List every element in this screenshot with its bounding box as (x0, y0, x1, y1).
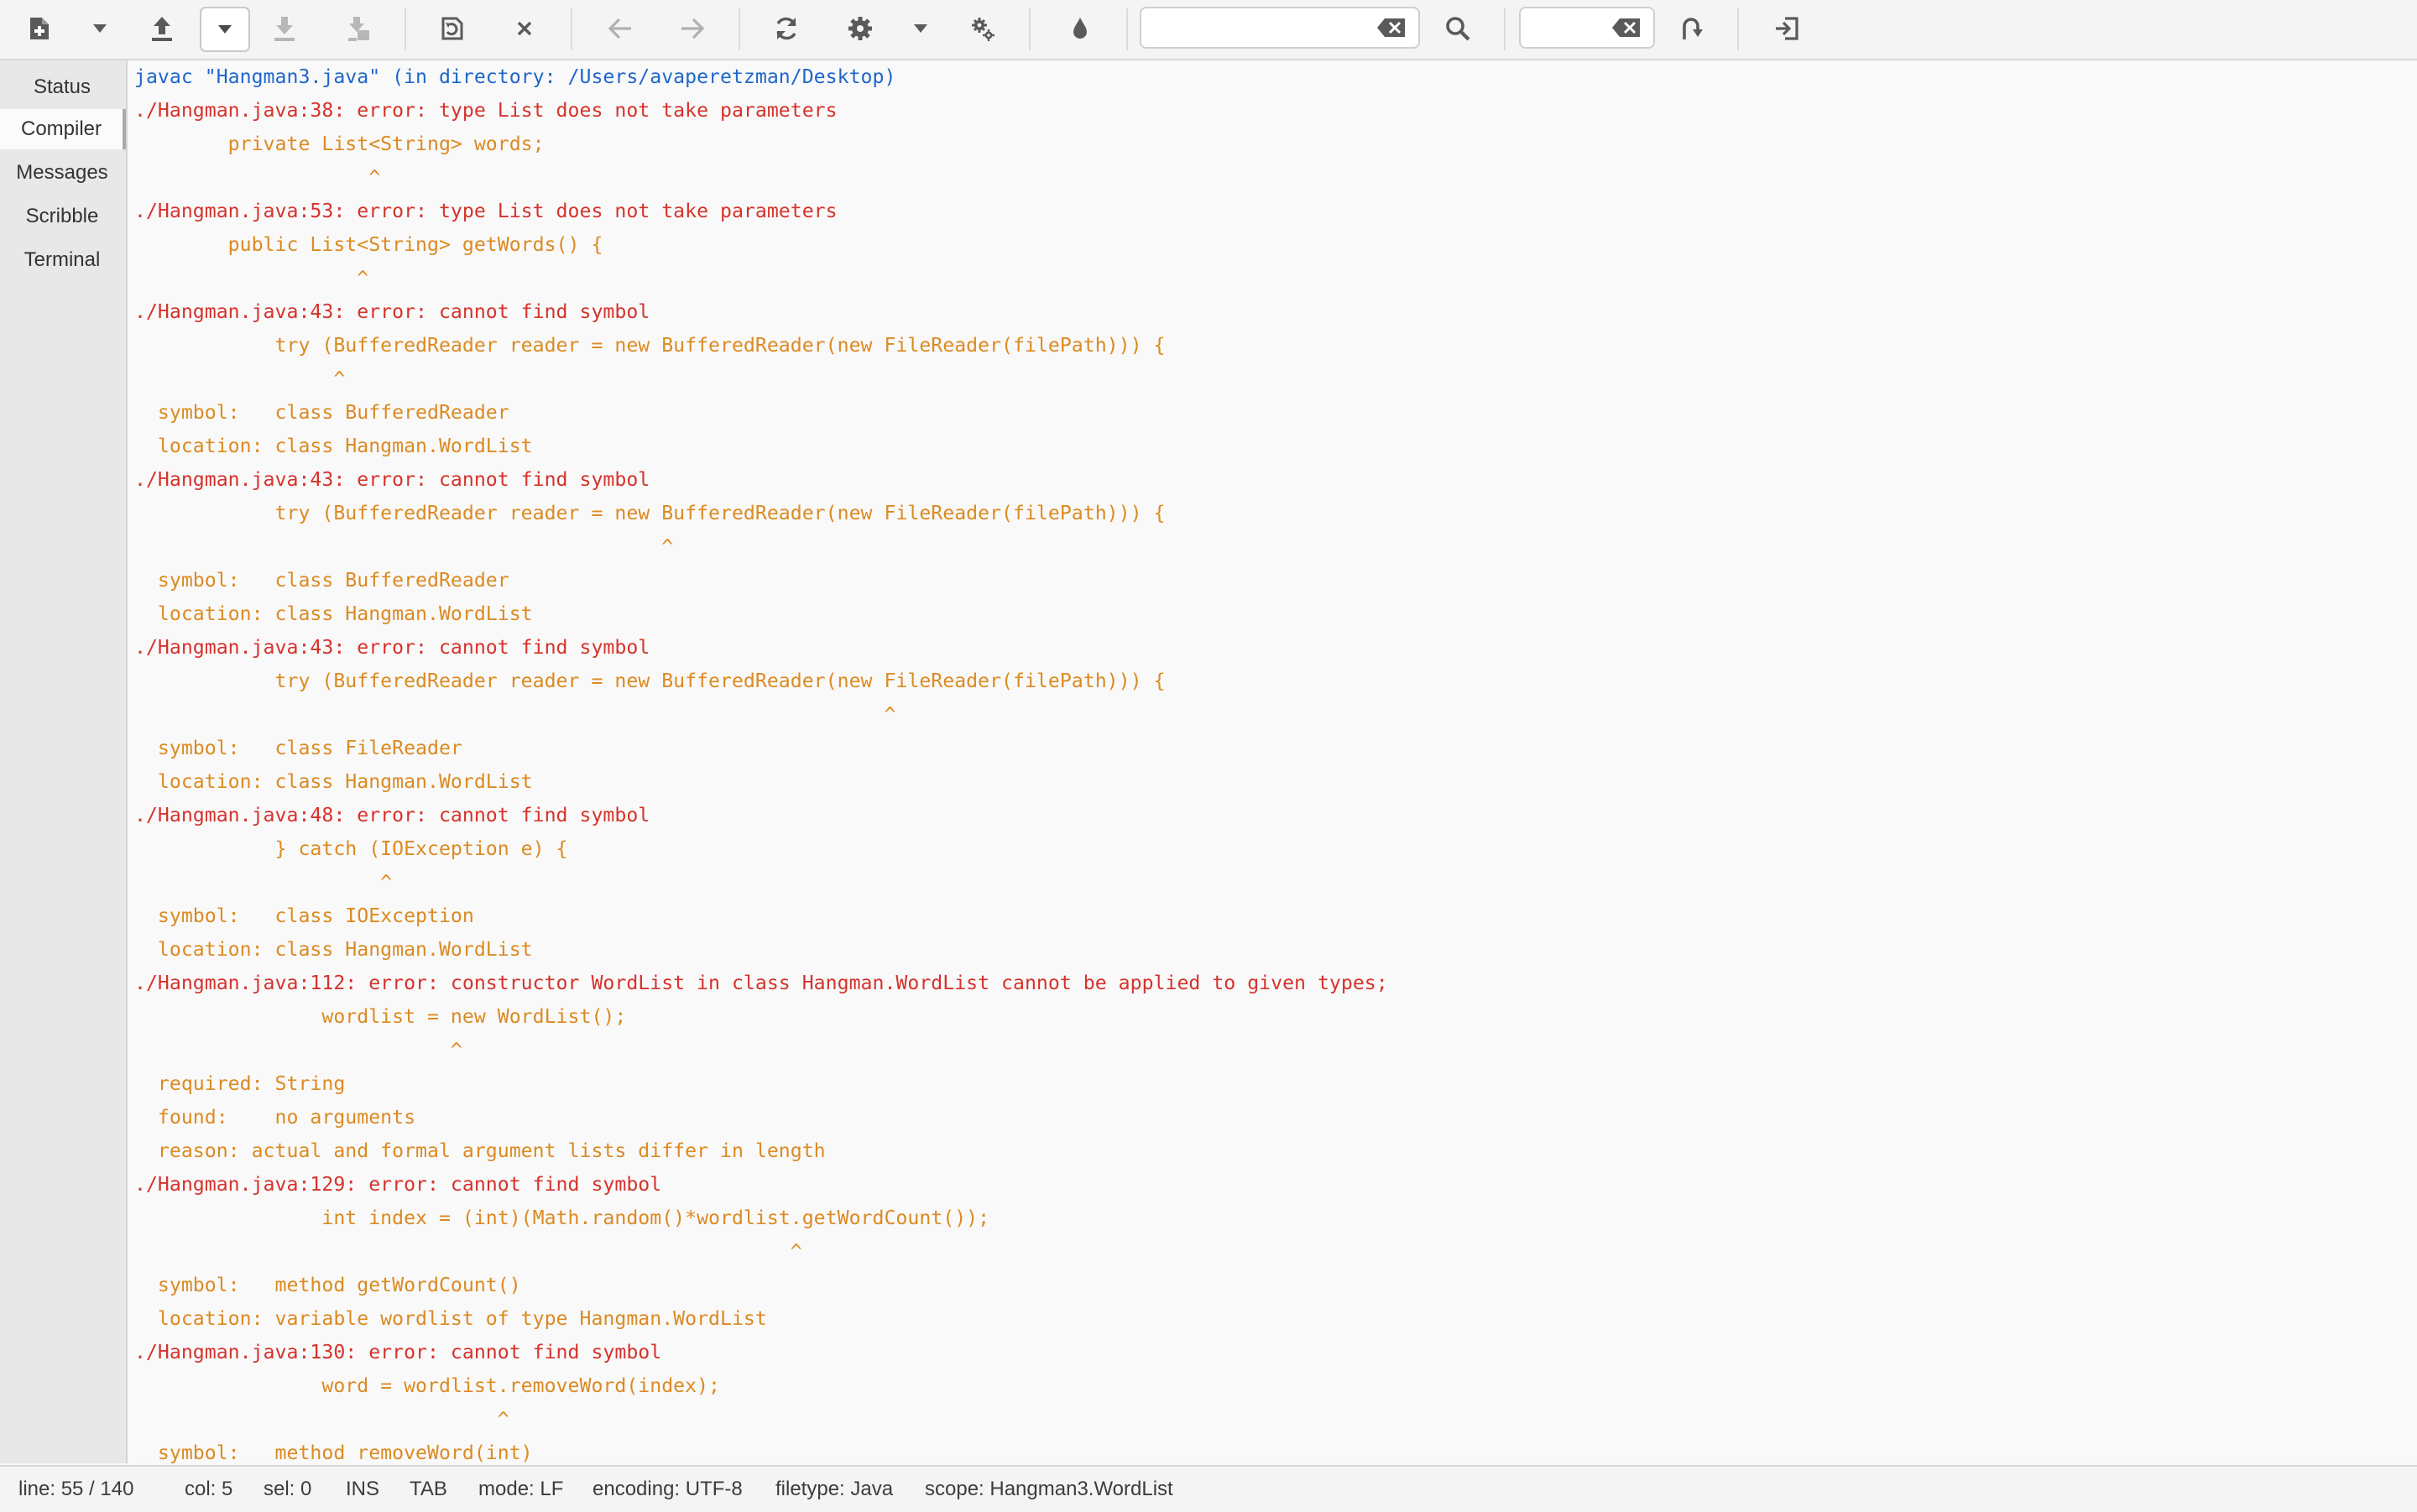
compiler-line[interactable]: try (BufferedReader reader = new Buffere… (134, 329, 1166, 362)
compiler-line[interactable]: javac "Hangman3.java" (in directory: /Us… (134, 60, 895, 94)
status-col: col: 5 (185, 1478, 233, 1500)
compiler-line[interactable]: symbol: method removeWord(int) (134, 1436, 533, 1463)
execute-gears-icon[interactable] (963, 10, 1002, 47)
compiler-line[interactable]: public List<String> getWords() { (134, 228, 603, 262)
toolbar (0, 0, 2417, 60)
goto-line-input[interactable] (1529, 13, 1600, 44)
compiler-line[interactable]: ./Hangman.java:129: error: cannot find s… (134, 1168, 661, 1202)
new-file-dropdown-icon[interactable] (81, 10, 119, 47)
goto-line-box (1519, 7, 1655, 49)
status-bar: line: 55 / 140 col: 5 sel: 0 INS TAB mod… (0, 1465, 2417, 1512)
tab-scribble[interactable]: Scribble (0, 196, 124, 237)
revert-icon[interactable] (433, 10, 472, 47)
forward-arrow-icon[interactable] (673, 10, 712, 47)
compiler-line[interactable]: symbol: class BufferedReader (134, 564, 509, 597)
compiler-line[interactable]: required: String (134, 1067, 345, 1101)
compiler-line[interactable]: try (BufferedReader reader = new Buffere… (134, 497, 1166, 530)
status-encoding: encoding: UTF-8 (593, 1478, 743, 1500)
close-icon[interactable] (505, 10, 544, 47)
color-drop-icon[interactable] (1061, 10, 1099, 47)
tab-status[interactable]: Status (0, 67, 124, 107)
status-scope: scope: Hangman3.WordList (925, 1478, 1173, 1500)
compiler-line[interactable]: ^ (134, 1034, 462, 1067)
status-ins: INS (346, 1478, 380, 1500)
tab-terminal[interactable]: Terminal (0, 240, 124, 280)
search-input[interactable] (1150, 13, 1363, 44)
new-file-icon[interactable] (20, 10, 59, 47)
compiler-line[interactable]: ./Hangman.java:43: error: cannot find sy… (134, 631, 650, 665)
compiler-line[interactable]: location: class Hangman.WordList (134, 430, 533, 463)
search-icon[interactable] (1438, 10, 1477, 47)
compiler-line[interactable]: ^ (134, 262, 368, 295)
status-sel: sel: 0 (264, 1478, 312, 1500)
compiler-line[interactable]: ./Hangman.java:112: error: constructor W… (134, 967, 1388, 1000)
compiler-line[interactable]: } catch (IOException e) { (134, 832, 568, 866)
compiler-line[interactable]: location: class Hangman.WordList (134, 933, 533, 967)
compiler-line[interactable]: symbol: class IOException (134, 899, 474, 933)
back-arrow-icon[interactable] (601, 10, 639, 47)
compiler-line[interactable]: ./Hangman.java:38: error: type List does… (134, 94, 838, 128)
compiler-line[interactable]: ^ (134, 698, 895, 732)
compiler-line[interactable]: found: no arguments (134, 1101, 415, 1134)
compiler-line[interactable]: ^ (134, 362, 345, 396)
compiler-line[interactable]: ./Hangman.java:130: error: cannot find s… (134, 1336, 661, 1369)
status-tab: TAB (410, 1478, 447, 1500)
compiler-line[interactable]: ^ (134, 530, 673, 564)
compiler-line[interactable]: ^ (134, 866, 392, 899)
build-gear-icon[interactable] (841, 10, 880, 47)
build-dropdown-icon[interactable] (901, 10, 940, 47)
save-all-icon[interactable] (339, 10, 378, 47)
tab-messages[interactable]: Messages (0, 153, 124, 193)
compiler-line[interactable]: symbol: method getWordCount() (134, 1269, 521, 1302)
compiler-line[interactable]: ./Hangman.java:48: error: cannot find sy… (134, 799, 650, 832)
open-file-icon[interactable] (143, 10, 181, 47)
compiler-line[interactable]: symbol: class BufferedReader (134, 396, 509, 430)
compiler-line[interactable]: wordlist = new WordList(); (134, 1000, 626, 1034)
open-dropdown-icon[interactable] (200, 7, 250, 52)
status-line: line: 55 / 140 (18, 1478, 134, 1500)
search-box (1140, 7, 1420, 49)
status-filetype: filetype: Java (775, 1478, 894, 1500)
message-window-tabs: Status Compiler Messages Scribble Termin… (0, 60, 128, 1463)
compiler-line[interactable]: location: class Hangman.WordList (134, 597, 533, 631)
compiler-line[interactable]: location: class Hangman.WordList (134, 765, 533, 799)
compiler-output[interactable]: javac "Hangman3.java" (in directory: /Us… (128, 60, 2417, 1463)
compiler-line[interactable]: ^ (134, 1403, 509, 1436)
compiler-line[interactable]: int index = (int)(Math.random()*wordlist… (134, 1202, 989, 1235)
compiler-line[interactable]: reason: actual and formal argument lists… (134, 1134, 826, 1168)
save-icon[interactable] (265, 10, 304, 47)
quit-icon[interactable] (1767, 10, 1806, 47)
status-mode: mode: LF (478, 1478, 564, 1500)
compiler-line[interactable]: ^ (134, 1235, 802, 1269)
reload-icon[interactable] (767, 10, 806, 47)
clear-search-icon[interactable] (1376, 18, 1407, 38)
compiler-line[interactable]: word = wordlist.removeWord(index); (134, 1369, 720, 1403)
compiler-line[interactable]: ./Hangman.java:43: error: cannot find sy… (134, 295, 650, 329)
compiler-line[interactable]: location: variable wordlist of type Hang… (134, 1302, 767, 1336)
tab-compiler[interactable]: Compiler (0, 109, 126, 149)
compiler-line[interactable]: ./Hangman.java:43: error: cannot find sy… (134, 463, 650, 497)
jump-to-line-icon[interactable] (1672, 10, 1710, 47)
compiler-line[interactable]: ./Hangman.java:53: error: type List does… (134, 195, 838, 228)
compiler-line[interactable]: symbol: class FileReader (134, 732, 462, 765)
compiler-line[interactable]: private List<String> words; (134, 128, 545, 161)
compiler-line[interactable]: try (BufferedReader reader = new Buffere… (134, 665, 1166, 698)
clear-goto-icon[interactable] (1611, 18, 1642, 38)
compiler-line[interactable]: ^ (134, 161, 380, 195)
